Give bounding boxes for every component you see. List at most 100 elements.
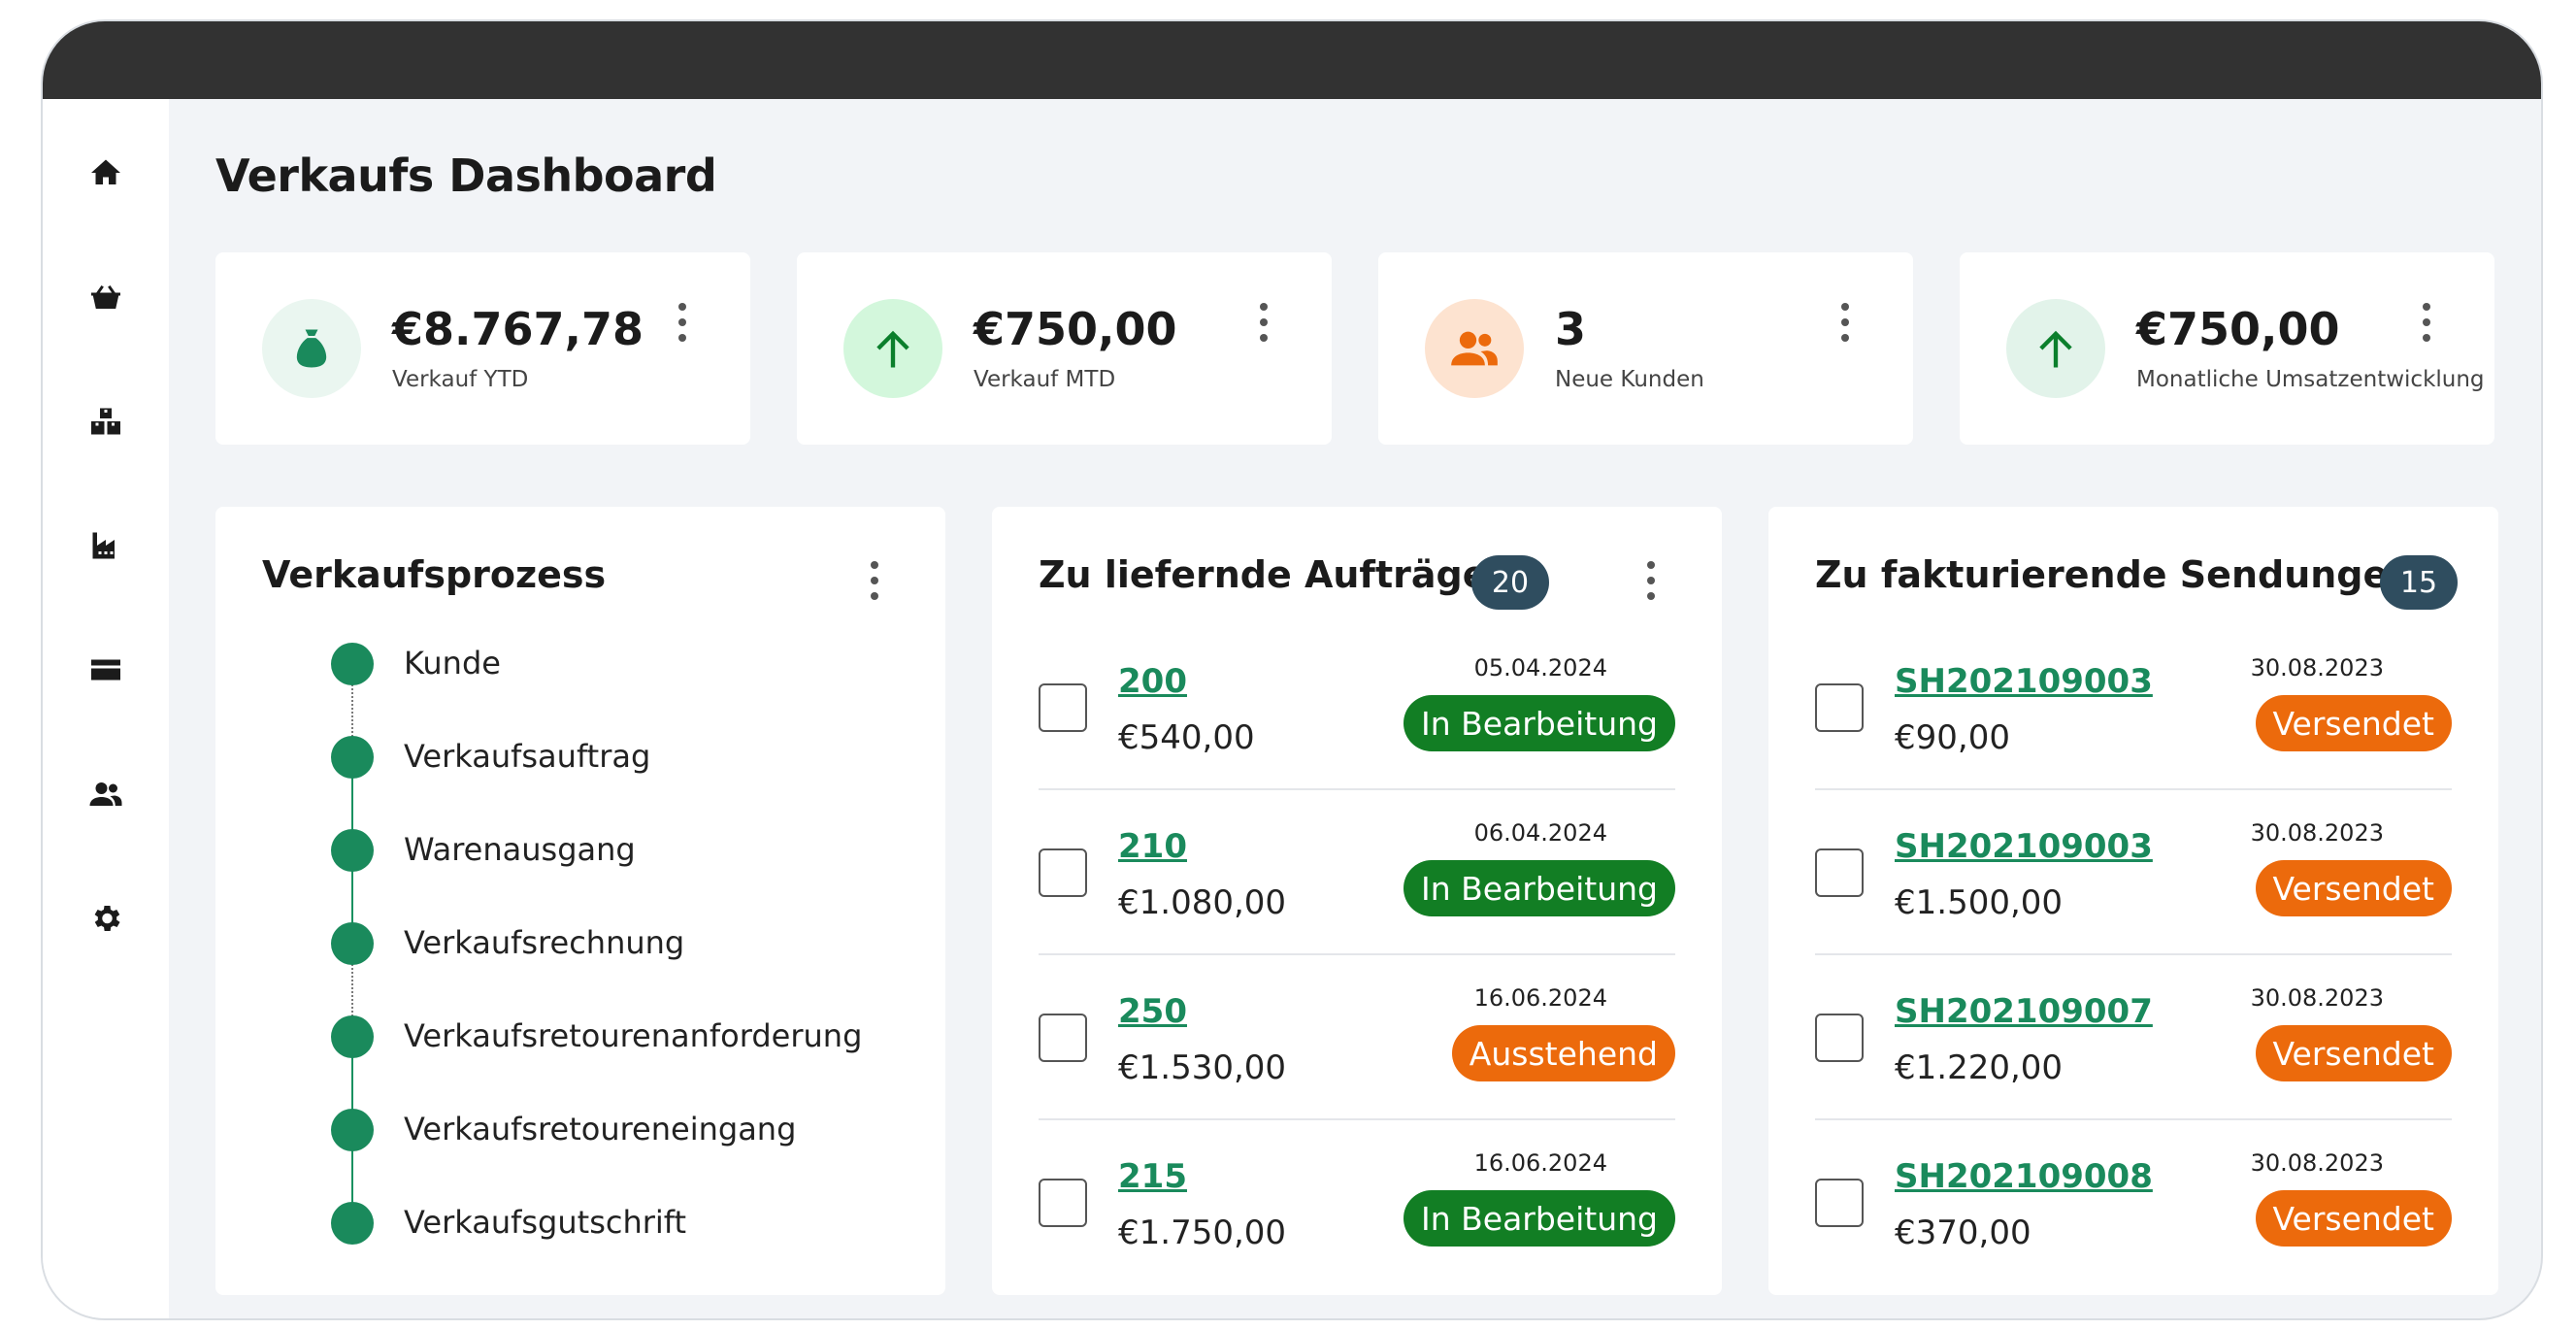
- shipments-to-invoice-panel: Zu fakturierende Sendungen 15 SH20210900…: [1768, 507, 2498, 1295]
- kpi-value: €750,00: [974, 303, 1177, 355]
- basket-icon: [91, 285, 120, 309]
- app-window: Verkaufs Dashboard €8.767,78 Verkauf YTD…: [43, 21, 2541, 1318]
- order-amount: €1.080,00: [1118, 883, 1287, 922]
- row-checkbox[interactable]: [1039, 848, 1087, 897]
- status-badge: Versendet: [2255, 1190, 2452, 1247]
- kpi-value: 3: [1555, 303, 1587, 355]
- row-checkbox[interactable]: [1039, 683, 1087, 732]
- order-link[interactable]: 215: [1118, 1157, 1187, 1196]
- kpi-icon-circle: [843, 299, 942, 398]
- table-row: SH202109007 €1.220,00 30.08.2023 Versend…: [1815, 957, 2452, 1120]
- table-row: SH202109003 €1.500,00 30.08.2023 Versend…: [1815, 792, 2452, 955]
- order-link[interactable]: 200: [1118, 662, 1187, 701]
- order-link[interactable]: 250: [1118, 992, 1187, 1031]
- main-content: Verkaufs Dashboard €8.767,78 Verkauf YTD…: [169, 99, 2541, 1318]
- kpi-card-monthly-revenue-trend: €750,00 Monatliche Umsatzentwicklung: [1960, 252, 2494, 445]
- kpi-menu-button[interactable]: [1252, 303, 1275, 342]
- shipment-amount: €370,00: [1895, 1214, 2031, 1252]
- sidebar-item-sales[interactable]: [79, 270, 133, 324]
- order-amount: €540,00: [1118, 718, 1255, 757]
- sidebar-item-settings[interactable]: [79, 891, 133, 946]
- row-checkbox[interactable]: [1815, 1179, 1864, 1227]
- status-badge: In Bearbeitung: [1403, 1190, 1675, 1247]
- kpi-label: Verkauf YTD: [392, 367, 529, 392]
- table-row: 210 €1.080,00 06.04.2024 In Bearbeitung: [1039, 792, 1675, 955]
- gear-icon: [94, 905, 120, 932]
- process-step-label[interactable]: Warenausgang: [404, 831, 636, 868]
- kpi-card-sales-mtd: €750,00 Verkauf MTD: [797, 252, 1332, 445]
- order-date: 06.04.2024: [1473, 819, 1607, 847]
- order-date: 16.06.2024: [1473, 1149, 1607, 1177]
- kpi-icon-circle: [262, 299, 361, 398]
- row-checkbox[interactable]: [1815, 1014, 1864, 1062]
- process-step-dot: [331, 643, 374, 685]
- row-checkbox[interactable]: [1039, 1014, 1087, 1062]
- sidebar-item-payments[interactable]: [79, 643, 133, 697]
- row-checkbox[interactable]: [1039, 1179, 1087, 1227]
- order-amount: €1.530,00: [1118, 1048, 1287, 1087]
- process-step-label[interactable]: Verkaufsrechnung: [404, 924, 684, 961]
- status-badge: Ausstehend: [1451, 1025, 1675, 1081]
- shipment-link[interactable]: SH202109008: [1895, 1157, 2153, 1196]
- panel-menu-button[interactable]: [863, 561, 886, 600]
- shipment-date: 30.08.2023: [2250, 819, 2384, 847]
- status-badge: Versendet: [2255, 695, 2452, 751]
- process-step-label[interactable]: Verkaufsauftrag: [404, 738, 650, 775]
- sidebar-item-production[interactable]: [79, 518, 133, 573]
- kpi-icon-circle: [2006, 299, 2105, 398]
- kpi-value: €750,00: [2136, 303, 2340, 355]
- sidebar-item-inventory[interactable]: [79, 394, 133, 449]
- process-step-dot: [331, 1109, 374, 1151]
- home-icon: [91, 159, 120, 184]
- order-amount: €1.750,00: [1118, 1214, 1287, 1252]
- page-title: Verkaufs Dashboard: [215, 150, 717, 202]
- table-row: 200 €540,00 05.04.2024 In Bearbeitung: [1039, 627, 1675, 790]
- process-step-label[interactable]: Kunde: [404, 645, 501, 682]
- kpi-menu-button[interactable]: [2415, 303, 2438, 342]
- kpi-menu-button[interactable]: [671, 303, 694, 342]
- users-icon: [89, 782, 122, 806]
- process-step-dot: [331, 736, 374, 779]
- status-badge: In Bearbeitung: [1403, 695, 1675, 751]
- credit-card-icon: [91, 659, 120, 681]
- users-icon: [1451, 331, 1498, 366]
- status-badge: Versendet: [2255, 860, 2452, 916]
- factory-icon: [92, 532, 115, 559]
- kpi-card-new-customers: 3 Neue Kunden: [1378, 252, 1913, 445]
- table-row: SH202109003 €90,00 30.08.2023 Versendet: [1815, 627, 2452, 790]
- table-row: 215 €1.750,00 16.06.2024 In Bearbeitung: [1039, 1122, 1675, 1285]
- shipment-amount: €1.500,00: [1895, 883, 2064, 922]
- panel-menu-button[interactable]: [1639, 561, 1663, 600]
- panel-title: Zu fakturierende Sendungen: [1815, 553, 2415, 596]
- kpi-label: Monatliche Umsatzentwicklung: [2136, 367, 2485, 392]
- row-checkbox[interactable]: [1815, 848, 1864, 897]
- shipment-link[interactable]: SH202109007: [1895, 992, 2153, 1031]
- shipment-date: 30.08.2023: [2250, 984, 2384, 1012]
- shipment-link[interactable]: SH202109003: [1895, 827, 2153, 866]
- process-step-dot: [331, 1015, 374, 1058]
- shipment-link[interactable]: SH202109003: [1895, 662, 2153, 701]
- process-step-dot: [331, 829, 374, 872]
- order-date: 16.06.2024: [1473, 984, 1607, 1012]
- order-date: 05.04.2024: [1473, 654, 1607, 682]
- process-step-label[interactable]: Verkaufsretourenanforderung: [404, 1017, 862, 1054]
- shipment-amount: €90,00: [1895, 718, 2010, 757]
- kpi-menu-button[interactable]: [1833, 303, 1857, 342]
- status-badge: Versendet: [2255, 1025, 2452, 1081]
- row-checkbox[interactable]: [1815, 683, 1864, 732]
- orders-to-deliver-panel: Zu liefernde Aufträge 20 200 €540,00 05.…: [992, 507, 1722, 1295]
- kpi-icon-circle: [1425, 299, 1524, 398]
- sidebar-item-customers[interactable]: [79, 767, 133, 821]
- panel-title: Verkaufsprozess: [262, 553, 607, 596]
- order-link[interactable]: 210: [1118, 827, 1187, 866]
- process-step-dot: [331, 1202, 374, 1245]
- sidebar: [43, 99, 169, 1318]
- table-row: SH202109008 €370,00 30.08.2023 Versendet: [1815, 1122, 2452, 1285]
- shipment-amount: €1.220,00: [1895, 1048, 2064, 1087]
- status-badge: In Bearbeitung: [1403, 860, 1675, 916]
- process-step-label[interactable]: Verkaufsretoureneingang: [404, 1111, 796, 1147]
- process-step-label[interactable]: Verkaufsgutschrift: [404, 1204, 686, 1241]
- table-row: 250 €1.530,00 16.06.2024 Ausstehend: [1039, 957, 1675, 1120]
- sidebar-item-home[interactable]: [79, 146, 133, 200]
- title-bar: [43, 21, 2541, 99]
